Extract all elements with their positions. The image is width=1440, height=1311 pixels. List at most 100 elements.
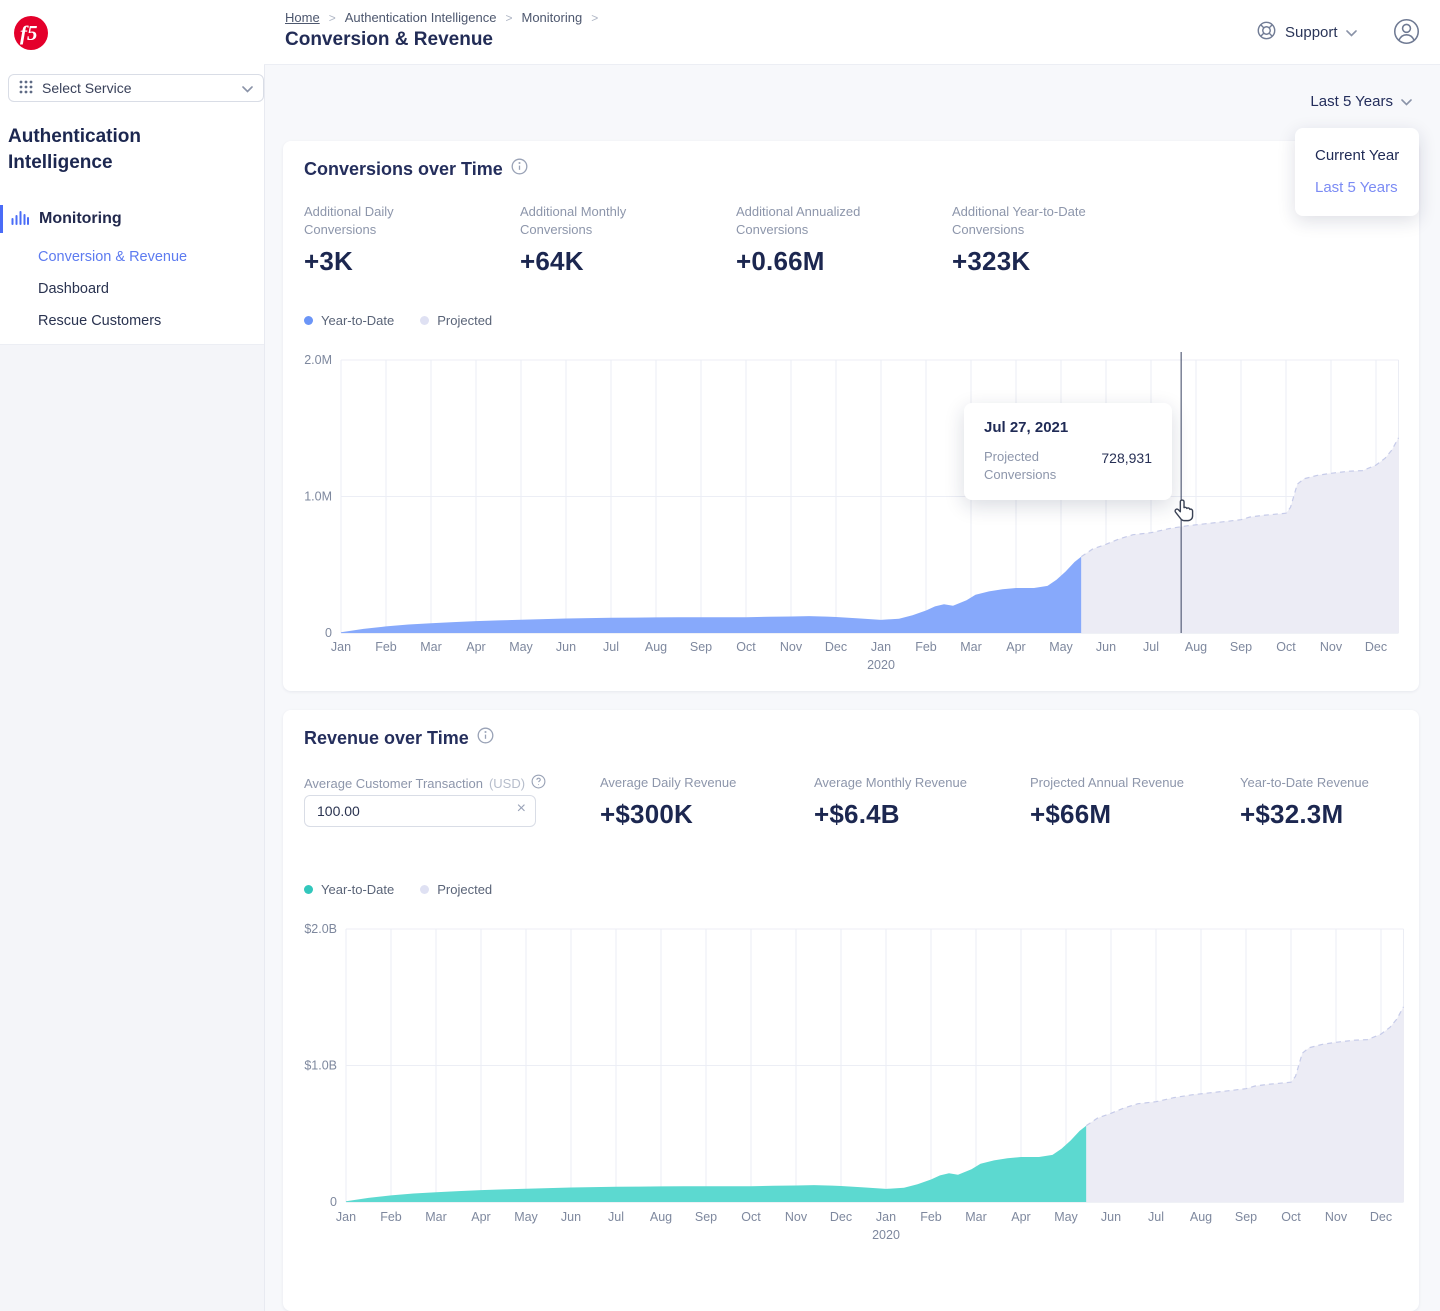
- svg-text:Mar: Mar: [425, 1210, 447, 1224]
- svg-text:Nov: Nov: [1320, 640, 1343, 654]
- svg-text:Feb: Feb: [380, 1210, 402, 1224]
- svg-text:Nov: Nov: [1325, 1210, 1348, 1224]
- legend-item-projected[interactable]: Projected: [420, 313, 492, 328]
- select-service-label: Select Service: [42, 80, 131, 96]
- svg-text:Feb: Feb: [915, 640, 937, 654]
- stat-projected-annual-revenue: Projected Annual Revenue +$66M: [1030, 774, 1240, 830]
- chevron-down-icon: [1346, 24, 1357, 41]
- svg-text:Jan: Jan: [871, 640, 891, 654]
- menu-item-current-year[interactable]: Current Year: [1295, 140, 1419, 172]
- app-root: f5 Select Service Authentication Intelli…: [0, 0, 1440, 1311]
- stat-average-daily-revenue: Average Daily Revenue +$300K: [600, 774, 810, 830]
- svg-text:Sep: Sep: [690, 640, 712, 654]
- svg-text:Aug: Aug: [1185, 640, 1207, 654]
- breadcrumb-separator-icon: >: [591, 11, 598, 25]
- apps-grid-icon: [19, 80, 33, 97]
- select-service-dropdown[interactable]: Select Service: [8, 74, 264, 102]
- svg-text:Feb: Feb: [920, 1210, 942, 1224]
- svg-text:Dec: Dec: [825, 640, 847, 654]
- svg-text:Jul: Jul: [1143, 640, 1159, 654]
- svg-text:Feb: Feb: [375, 640, 397, 654]
- svg-text:Aug: Aug: [645, 640, 667, 654]
- breadcrumb-authentication-intelligence[interactable]: Authentication Intelligence: [345, 10, 497, 25]
- clear-input-icon[interactable]: ×: [517, 800, 526, 818]
- svg-text:Dec: Dec: [1370, 1210, 1392, 1224]
- stat-additional-annualized-conversions: Additional AnnualizedConversions +0.66M: [736, 203, 916, 277]
- stat-additional-monthly-conversions: Additional MonthlyConversions +64K: [520, 203, 700, 277]
- conversions-card: Conversions over Time Additional DailyCo…: [283, 141, 1419, 691]
- product-brand-title: Authentication Intelligence: [8, 124, 220, 176]
- svg-text:0: 0: [330, 1195, 337, 1209]
- sidebar-item-conversion-revenue[interactable]: Conversion & Revenue: [38, 249, 187, 265]
- chevron-down-icon: [1401, 93, 1412, 110]
- svg-text:0: 0: [325, 626, 332, 640]
- breadcrumb-home[interactable]: Home: [285, 10, 320, 25]
- svg-text:Apr: Apr: [1011, 1210, 1030, 1224]
- revenue-card: Revenue over Time Average Customer Trans…: [283, 710, 1419, 1311]
- tooltip-date: Jul 27, 2021: [984, 419, 1068, 436]
- info-icon[interactable]: [477, 727, 494, 749]
- transaction-input-label: Average Customer Transaction (USD): [304, 774, 546, 792]
- svg-text:Jun: Jun: [1096, 640, 1116, 654]
- svg-text:Aug: Aug: [650, 1210, 672, 1224]
- page-title: Conversion & Revenue: [285, 29, 493, 51]
- breadcrumb-monitoring[interactable]: Monitoring: [522, 10, 583, 25]
- transaction-amount-input[interactable]: [305, 796, 535, 826]
- support-label: Support: [1285, 24, 1338, 41]
- svg-text:f5: f5: [20, 21, 38, 45]
- svg-text:Nov: Nov: [785, 1210, 808, 1224]
- svg-text:1.0M: 1.0M: [304, 490, 332, 504]
- time-range-menu: Current Year Last 5 Years: [1295, 128, 1419, 216]
- svg-text:May: May: [1049, 640, 1073, 654]
- transaction-input-wrapper: ×: [304, 795, 536, 827]
- lifebuoy-icon: [1256, 20, 1277, 45]
- svg-text:Jun: Jun: [556, 640, 576, 654]
- chart-tooltip: Jul 27, 2021 Projected Conversions 728,9…: [964, 403, 1172, 500]
- svg-text:2020: 2020: [872, 1228, 900, 1242]
- revenue-card-title: Revenue over Time: [304, 727, 494, 749]
- svg-text:Apr: Apr: [471, 1210, 490, 1224]
- info-icon[interactable]: [511, 158, 528, 180]
- menu-item-last-5-years[interactable]: Last 5 Years: [1295, 172, 1419, 204]
- time-range-value: Last 5 Years: [1310, 93, 1393, 110]
- stat-ytd-revenue: Year-to-Date Revenue +$32.3M: [1240, 774, 1440, 830]
- active-nav-indicator: [0, 205, 3, 233]
- tooltip-series-label: Projected Conversions: [984, 448, 1056, 484]
- chevron-down-icon: [242, 80, 253, 96]
- sidebar-item-rescue-customers[interactable]: Rescue Customers: [38, 313, 161, 329]
- svg-text:Apr: Apr: [466, 640, 485, 654]
- user-avatar-icon: [1393, 32, 1420, 49]
- revenue-chart[interactable]: 0$1.0B$2.0BJanFebMarAprMayJunJulAugSepOc…: [296, 912, 1416, 1252]
- sidebar-monitoring-label: Monitoring: [39, 210, 122, 228]
- svg-text:Jun: Jun: [561, 1210, 581, 1224]
- legend-item-projected[interactable]: Projected: [420, 882, 492, 897]
- svg-text:Jan: Jan: [876, 1210, 896, 1224]
- tooltip-value: 728,931: [1101, 450, 1152, 466]
- svg-text:$1.0B: $1.0B: [304, 1059, 337, 1073]
- svg-text:Mar: Mar: [420, 640, 442, 654]
- conversions-card-title: Conversions over Time: [304, 158, 528, 180]
- time-range-select[interactable]: Last 5 Years: [1310, 93, 1412, 110]
- cursor-pointer-icon: [1172, 497, 1198, 528]
- svg-text:Dec: Dec: [830, 1210, 852, 1224]
- svg-text:Jul: Jul: [608, 1210, 624, 1224]
- legend-dot: [304, 885, 313, 894]
- sidebar-item-dashboard[interactable]: Dashboard: [38, 281, 109, 297]
- svg-text:Apr: Apr: [1006, 640, 1025, 654]
- svg-text:Dec: Dec: [1365, 640, 1387, 654]
- legend-item-year-to-date[interactable]: Year-to-Date: [304, 313, 394, 328]
- stat-additional-ytd-conversions: Additional Year-to-DateConversions +323K: [952, 203, 1132, 277]
- sidebar-item-monitoring[interactable]: Monitoring: [10, 205, 122, 233]
- legend-item-year-to-date[interactable]: Year-to-Date: [304, 882, 394, 897]
- support-menu[interactable]: Support: [1256, 20, 1357, 45]
- legend-dot: [420, 316, 429, 325]
- svg-text:May: May: [514, 1210, 538, 1224]
- conversions-chart[interactable]: 01.0M2.0MJanFebMarAprMayJunJulAugSepOctN…: [296, 345, 1416, 680]
- account-button[interactable]: [1393, 18, 1420, 50]
- f5-logo[interactable]: f5: [12, 12, 50, 59]
- help-icon[interactable]: [531, 774, 546, 792]
- svg-text:$2.0B: $2.0B: [304, 922, 337, 936]
- breadcrumb: Home > Authentication Intelligence > Mon…: [285, 10, 598, 25]
- revenue-legend: Year-to-Date Projected: [304, 882, 492, 897]
- svg-text:Sep: Sep: [1230, 640, 1252, 654]
